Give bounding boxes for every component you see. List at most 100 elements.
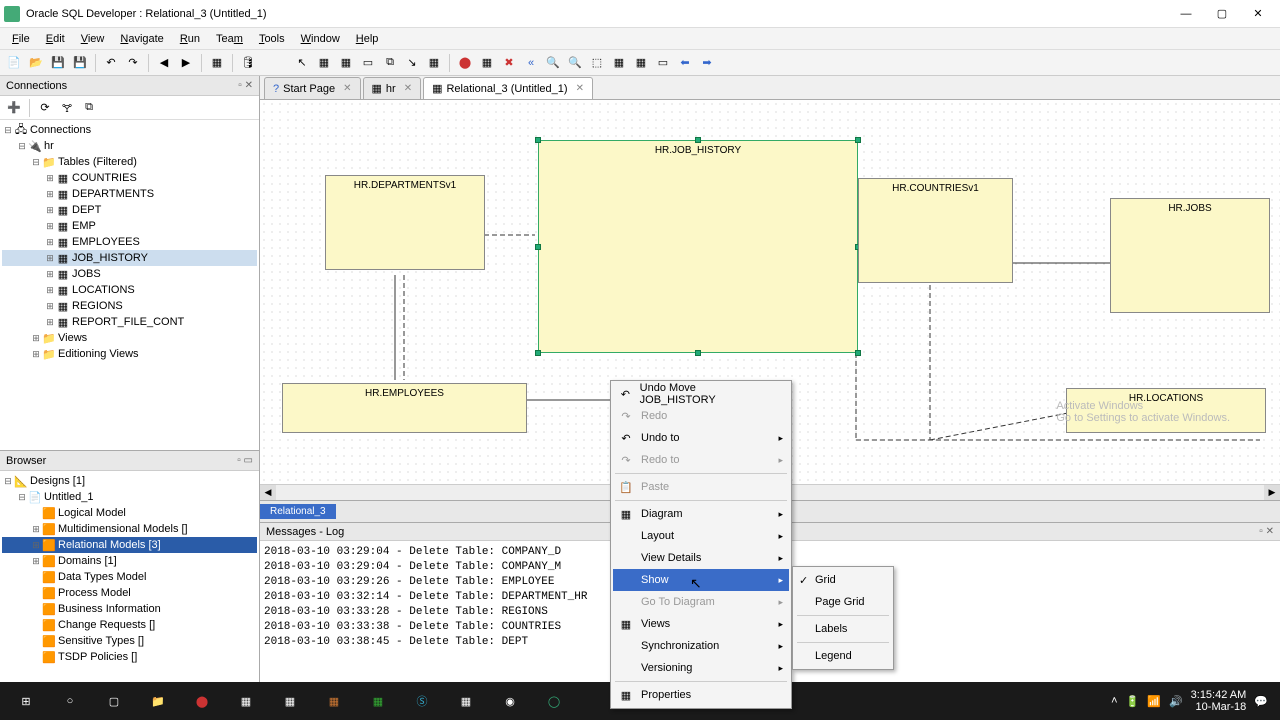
- context-submenu-show[interactable]: ✓Grid Page Grid Labels Legend: [792, 566, 894, 670]
- system-tray[interactable]: ˄ 🔋 📶 🔊 3:15:42 AM 10-Mar-18 💬: [1111, 689, 1276, 713]
- app-icon[interactable]: ◯: [532, 682, 576, 720]
- menu-tools[interactable]: Tools: [251, 31, 293, 47]
- ctx-view-details[interactable]: View Details▸: [613, 547, 789, 569]
- menu-window[interactable]: Window: [293, 31, 348, 47]
- sub-labels[interactable]: Labels: [795, 618, 891, 640]
- browser-tsdp[interactable]: 🟧TSDP Policies []: [2, 649, 257, 665]
- ctx-undo-move[interactable]: ↶Undo Move JOB_HISTORY: [613, 383, 789, 405]
- tray-volume-icon[interactable]: 🔊: [1169, 695, 1183, 708]
- entity-jobs[interactable]: HR.JOBS: [1110, 198, 1270, 313]
- menu-team[interactable]: Team: [208, 31, 251, 47]
- tray-battery-icon[interactable]: 🔋: [1126, 695, 1140, 708]
- entity-job-history[interactable]: HR.JOB_HISTORY: [538, 140, 858, 353]
- menu-help[interactable]: Help: [348, 31, 387, 47]
- new-icon[interactable]: 📄: [4, 53, 24, 73]
- tab-hr[interactable]: ▦hr✕: [363, 77, 422, 99]
- ctx-layout[interactable]: Layout▸: [613, 525, 789, 547]
- tree-departments[interactable]: ⊞▦DEPARTMENTS: [2, 186, 257, 202]
- tree-countries[interactable]: ⊞▦COUNTRIES: [2, 170, 257, 186]
- browser-change[interactable]: 🟧Change Requests []: [2, 617, 257, 633]
- browser-multi[interactable]: ⊞🟧Multidimensional Models []: [2, 521, 257, 537]
- zoom-in-icon[interactable]: 🔍: [543, 53, 563, 73]
- fit-icon[interactable]: ⬚: [587, 53, 607, 73]
- browser-domains[interactable]: ⊞🟧Domains [1]: [2, 553, 257, 569]
- filter-icon[interactable]: 🝖: [57, 98, 77, 118]
- stop-icon[interactable]: ▦: [477, 53, 497, 73]
- ctx-views[interactable]: ▦Views▸: [613, 613, 789, 635]
- tab-close-icon[interactable]: ✕: [404, 83, 412, 94]
- browser-untitled[interactable]: ⊟📄Untitled_1: [2, 489, 257, 505]
- menu-file[interactable]: File: [4, 31, 38, 47]
- entity-countries[interactable]: HR.COUNTRIESv1: [858, 178, 1013, 283]
- expand-icon[interactable]: ⧉: [79, 98, 99, 118]
- redo-icon[interactable]: ↷: [123, 53, 143, 73]
- ctx-undo-to[interactable]: ↶Undo to▸: [613, 427, 789, 449]
- menu-navigate[interactable]: Navigate: [112, 31, 171, 47]
- save-icon[interactable]: 💾: [48, 53, 68, 73]
- pointer-icon[interactable]: ↖: [292, 53, 312, 73]
- tree-report[interactable]: ⊞▦REPORT_FILE_CONT: [2, 314, 257, 330]
- browser-process[interactable]: 🟧Process Model: [2, 585, 257, 601]
- context-menu[interactable]: ↶Undo Move JOB_HISTORY ↷Redo ↶Undo to▸ ↷…: [610, 380, 792, 709]
- tab-relational[interactable]: ▦Relational_3 (Untitled_1)✕: [423, 77, 593, 99]
- ctx-properties[interactable]: ▦Properties: [613, 684, 789, 706]
- preview-icon[interactable]: ▭: [653, 53, 673, 73]
- note-icon[interactable]: ▭: [358, 53, 378, 73]
- maximize-button[interactable]: ▢: [1212, 4, 1232, 24]
- sub-page-grid[interactable]: Page Grid: [795, 591, 891, 613]
- ctx-sync[interactable]: Synchronization▸: [613, 635, 789, 657]
- tab-close-icon[interactable]: ✕: [576, 83, 584, 94]
- tree-locations[interactable]: ⊞▦LOCATIONS: [2, 282, 257, 298]
- entity-departments[interactable]: HR.DEPARTMENTSv1: [325, 175, 485, 270]
- tree-tables[interactable]: ⊟📁Tables (Filtered): [2, 154, 257, 170]
- tree-views[interactable]: ⊞📁Views: [2, 330, 257, 346]
- grid-icon[interactable]: ▦: [424, 53, 444, 73]
- tree-job-history[interactable]: ⊞▦JOB_HISTORY: [2, 250, 257, 266]
- sub-legend[interactable]: Legend: [795, 645, 891, 667]
- fk-icon[interactable]: ↘: [402, 53, 422, 73]
- browser-close-icon[interactable]: ▫ ▭: [237, 455, 253, 466]
- next-icon[interactable]: ➡: [697, 53, 717, 73]
- browser-sensitive[interactable]: 🟧Sensitive Types []: [2, 633, 257, 649]
- tray-up-icon[interactable]: ˄: [1111, 695, 1117, 707]
- start-button[interactable]: ⊞: [4, 682, 48, 720]
- taskview-icon[interactable]: ▢: [92, 682, 136, 720]
- browser-tree[interactable]: ⊟📐Designs [1] ⊟📄Untitled_1 🟧Logical Mode…: [0, 471, 259, 682]
- browser-designs[interactable]: ⊟📐Designs [1]: [2, 473, 257, 489]
- layout-icon[interactable]: ▦: [609, 53, 629, 73]
- inner-tab-relational[interactable]: Relational_3: [260, 504, 336, 519]
- word-icon[interactable]: ▦: [312, 682, 356, 720]
- run-icon[interactable]: ⬤: [455, 53, 475, 73]
- minimize-button[interactable]: —: [1176, 4, 1196, 24]
- app-icon[interactable]: ▦: [444, 682, 488, 720]
- connections-tree[interactable]: ⊟🖧Connections ⊟🔌hr ⊟📁Tables (Filtered) ⊞…: [0, 120, 259, 450]
- back-icon[interactable]: ◀: [154, 53, 174, 73]
- tab-close-icon[interactable]: ✕: [343, 83, 351, 94]
- browser-business[interactable]: 🟧Business Information: [2, 601, 257, 617]
- tree-emp[interactable]: ⊞▦EMP: [2, 218, 257, 234]
- delete-icon[interactable]: ✖: [499, 53, 519, 73]
- sql-icon[interactable]: ▦: [207, 53, 227, 73]
- save-all-icon[interactable]: 💾: [70, 53, 90, 73]
- tray-notifications-icon[interactable]: 💬: [1254, 695, 1268, 708]
- refresh-icon[interactable]: ⟳: [35, 98, 55, 118]
- add-connection-icon[interactable]: ➕: [4, 98, 24, 118]
- menu-run[interactable]: Run: [172, 31, 208, 47]
- sub-grid[interactable]: ✓Grid: [795, 569, 891, 591]
- menu-view[interactable]: View: [73, 31, 113, 47]
- entity-employees[interactable]: HR.EMPLOYEES: [282, 383, 527, 433]
- tree-employees[interactable]: ⊞▦EMPLOYEES: [2, 234, 257, 250]
- zoom-out-icon[interactable]: 🔍: [565, 53, 585, 73]
- table-icon[interactable]: ▦: [314, 53, 334, 73]
- browser-logical[interactable]: 🟧Logical Model: [2, 505, 257, 521]
- link-icon[interactable]: ⧉: [380, 53, 400, 73]
- sqldev-icon[interactable]: ▦: [356, 682, 400, 720]
- entity-locations[interactable]: HR.LOCATIONS: [1066, 388, 1266, 433]
- close-button[interactable]: ✕: [1248, 4, 1268, 24]
- layout2-icon[interactable]: ▦: [631, 53, 651, 73]
- tree-root[interactable]: ⊟🖧Connections: [2, 122, 257, 138]
- open-icon[interactable]: 📂: [26, 53, 46, 73]
- tree-jobs[interactable]: ⊞▦JOBS: [2, 266, 257, 282]
- skype-icon[interactable]: Ⓢ: [400, 682, 444, 720]
- explorer-icon[interactable]: 📁: [136, 682, 180, 720]
